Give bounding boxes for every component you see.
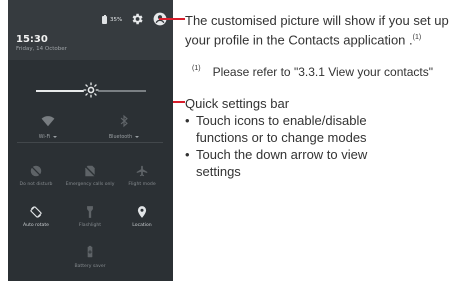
wifi-icon[interactable] [41, 114, 55, 128]
divider [17, 142, 163, 143]
bluetooth-icon[interactable] [117, 114, 131, 128]
footnote-mark: (1) [192, 65, 201, 72]
auto-rotate-icon[interactable] [29, 205, 43, 219]
tile-label-do-not-disturb: Do not disturb [19, 182, 53, 187]
tile-label-location: Location [132, 223, 152, 228]
callout-line-quick-settings [173, 101, 185, 103]
footnote-reference: (1) [412, 34, 422, 41]
chevron-down-icon[interactable] [135, 135, 140, 138]
tile-label-battery-saver: Battery saver [74, 264, 106, 269]
clock-date: Friday, 14 October [16, 46, 67, 52]
no-sim-icon[interactable] [83, 164, 97, 178]
battery-icon [102, 14, 107, 24]
quick-settings-panel: Wi-Fi Bluetooth Do not disturb Emergency… [8, 60, 173, 281]
gear-icon[interactable] [130, 12, 144, 26]
callout-line-profile [159, 18, 185, 20]
profile-callout-text: The customised picture will show if you … [185, 12, 476, 48]
quick-settings-callout: Quick settings bar Touch icons to enable… [185, 95, 476, 180]
battery-saver-icon[interactable] [83, 245, 97, 259]
wifi-dropdown[interactable]: Wi-Fi [18, 135, 78, 140]
bullet-list: Touch icons to enable/disable functions … [185, 112, 476, 180]
bluetooth-dropdown[interactable]: Bluetooth [94, 135, 154, 140]
tile-label-auto-rotate: Auto rotate [23, 223, 49, 228]
tile-label-flight-mode: Flight mode [128, 182, 156, 187]
flashlight-icon[interactable] [83, 205, 97, 219]
location-pin-icon[interactable] [135, 205, 149, 219]
battery-percentage: 35% [110, 17, 123, 23]
tile-label-emergency-calls: Emergency calls only [65, 182, 115, 187]
footnote-text: Please refer to "3.3.1 View your contact… [212, 65, 433, 79]
notification-header: 35% 15:30 Friday, 14 October [8, 0, 173, 60]
wifi-label: Wi-Fi [38, 135, 51, 140]
footnote: (1) Please refer to "3.3.1 View your cont… [192, 65, 433, 79]
chevron-down-icon[interactable] [53, 135, 58, 138]
phone-screenshot: 35% 15:30 Friday, 14 October Wi-Fi Bluet… [8, 0, 173, 281]
bluetooth-label: Bluetooth [108, 135, 133, 140]
tile-label-flashlight: Flashlight [78, 223, 102, 228]
list-item: Touch the down arrow to view settings [185, 146, 376, 180]
do-not-disturb-off-icon[interactable] [29, 164, 43, 178]
airplane-icon[interactable] [135, 164, 149, 178]
quick-settings-title: Quick settings bar [185, 96, 290, 111]
list-item: Touch icons to enable/disable functions … [185, 112, 411, 146]
clock-time: 15:30 [16, 34, 48, 45]
profile-callout-body: The customised picture will show if you … [185, 13, 449, 48]
brightness-thumb-icon[interactable] [83, 82, 99, 98]
